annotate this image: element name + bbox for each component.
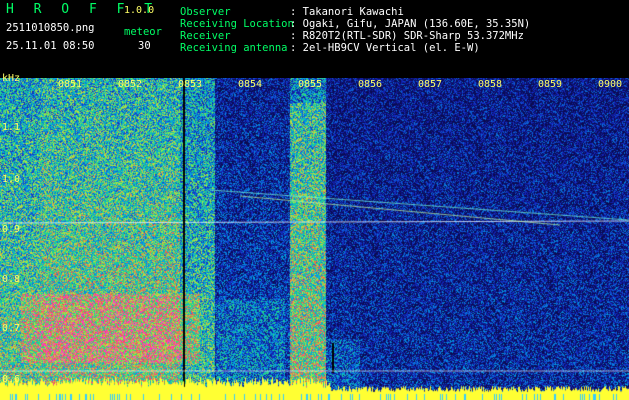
y-tick-label: 0.9: [2, 224, 21, 235]
receiver-value: : R820T2(RTL-SDR) SDR-Sharp 53.372MHz: [290, 30, 524, 42]
x-tick-label: 0855: [298, 79, 323, 90]
antenna-label: Receiving antenna: [180, 42, 288, 54]
date-time: 25.11.01 08:50: [6, 40, 95, 52]
observer-value: : Takanori Kawachi: [290, 6, 404, 18]
meteor-label: meteor: [124, 26, 162, 38]
x-tick-label: 0853: [178, 79, 203, 90]
y-tick-label: 0.8: [2, 274, 21, 285]
y-tick-label: 1.1: [2, 122, 21, 133]
x-tick-label: 0900: [598, 79, 623, 90]
file-name: 2511010850.png: [6, 22, 95, 34]
y-tick-label: 0.6: [2, 374, 21, 385]
x-tick-label: 0859: [538, 79, 563, 90]
receiver-label: Receiver: [180, 30, 231, 42]
app-version: 1.0.0: [124, 5, 155, 16]
x-tick-label: 0856: [358, 79, 383, 90]
x-tick-label: 0851: [58, 79, 83, 90]
antenna-value: : 2el-HB9CV Vertical (el. E-W): [290, 42, 480, 54]
location-value: : Ogaki, Gifu, JAPAN (136.60E, 35.35N): [290, 18, 531, 30]
y-tick-label: 0.7: [2, 323, 21, 334]
x-tick-label: 0854: [238, 79, 263, 90]
observer-label: Observer: [180, 6, 231, 18]
meteor-count: 30: [138, 40, 151, 52]
header-panel: H R O F F T 1.0.0 2511010850.png meteor …: [0, 0, 629, 78]
y-tick-label: 1.0: [2, 174, 21, 185]
spectrogram-canvas: [0, 78, 629, 400]
y-axis-unit: kHz: [2, 73, 21, 84]
x-tick-label: 0858: [478, 79, 503, 90]
x-tick-label: 0857: [418, 79, 443, 90]
x-tick-label: 0852: [118, 79, 143, 90]
location-label: Receiving Location: [180, 18, 294, 30]
